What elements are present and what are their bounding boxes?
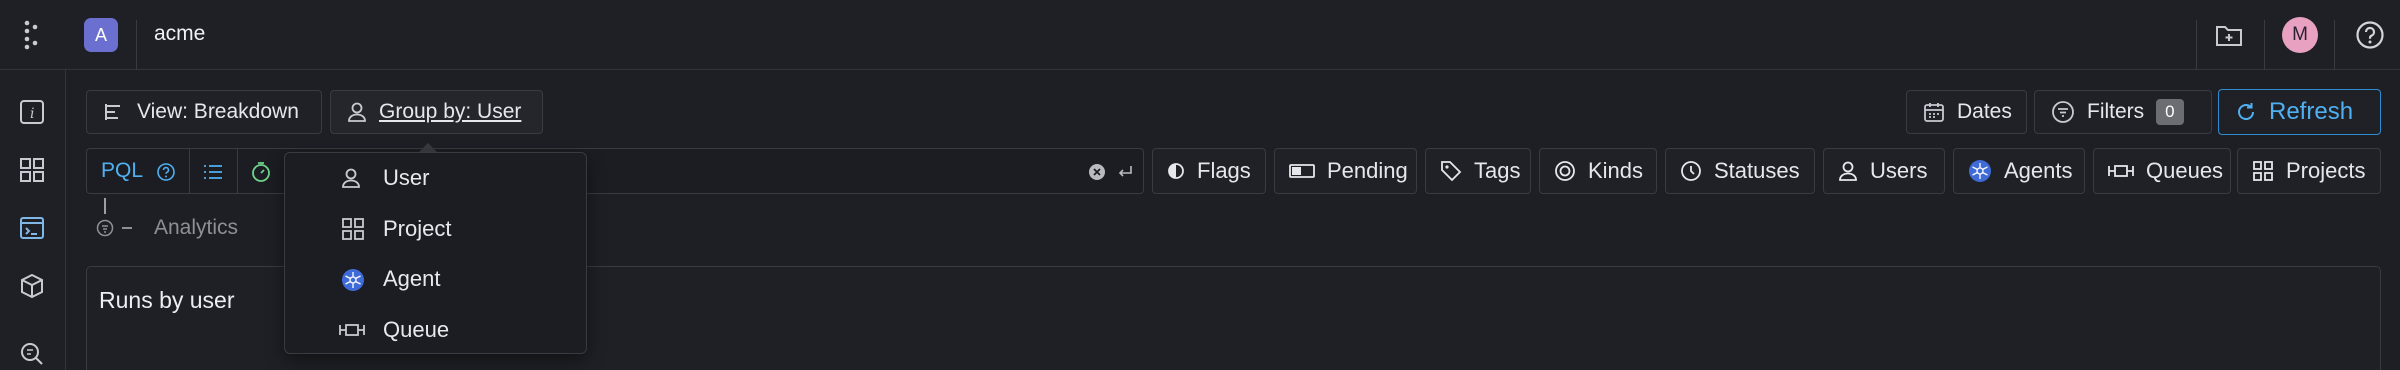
refresh-label: Refresh [2269, 98, 2354, 125]
grid-icon [2252, 160, 2274, 182]
refresh-icon [2235, 101, 2257, 123]
analytics-label: Analytics [154, 216, 239, 239]
kinds-label: Kinds [1588, 158, 1644, 183]
option-label: Project [383, 216, 452, 241]
search-docs-icon[interactable] [16, 338, 48, 370]
kinds-icon [1554, 160, 1576, 182]
top-bar: A acme M [0, 0, 2400, 70]
org-name[interactable]: acme [154, 22, 205, 46]
dashboard-icon[interactable] [16, 154, 48, 186]
group-by-user-button[interactable]: Group by: User [330, 90, 543, 134]
analytics-section[interactable]: Analytics [96, 216, 238, 240]
divider [2196, 20, 2197, 70]
help-icon[interactable] [2352, 17, 2388, 53]
enter-icon[interactable] [1115, 162, 1135, 182]
tags-filter-chip[interactable]: Tags [1425, 148, 1531, 194]
view-breakdown-button[interactable]: View: Breakdown [86, 90, 322, 134]
collapse-dash [122, 227, 132, 229]
projects-label: Projects [2286, 158, 2366, 183]
option-label: User [383, 165, 430, 190]
org-avatar[interactable]: A [84, 18, 118, 52]
panel-title: Runs by user [99, 287, 235, 313]
text-cursor [103, 198, 107, 214]
statuses-filter-chip[interactable]: Statuses [1665, 148, 1815, 194]
dates-button[interactable]: Dates [1906, 90, 2027, 134]
tags-label: Tags [1474, 158, 1521, 183]
pending-filter-chip[interactable]: Pending [1274, 148, 1417, 194]
pending-label: Pending [1327, 158, 1408, 183]
option-label: Agent [383, 266, 441, 291]
divider [136, 20, 137, 70]
queue-icon [2108, 162, 2134, 180]
list-icon[interactable] [201, 161, 225, 183]
flags-icon [1167, 162, 1185, 180]
agent-icon [341, 268, 365, 292]
calendar-icon [1923, 101, 1945, 123]
refresh-button[interactable]: Refresh [2218, 89, 2381, 135]
divider [237, 149, 238, 193]
filters-count-badge: 0 [2156, 99, 2184, 125]
agent-icon [1968, 159, 1992, 183]
group-by-option-user[interactable]: User [285, 153, 586, 203]
group-by-dropdown: User Project Agent Queue [284, 152, 587, 354]
user-icon [347, 101, 367, 123]
app-menu-icon[interactable] [16, 18, 46, 52]
group-by-option-agent[interactable]: Agent [285, 253, 586, 303]
queues-label: Queues [2146, 158, 2224, 183]
option-label: Queue [383, 317, 450, 342]
flags-filter-chip[interactable]: Flags [1152, 148, 1266, 194]
filters-label: Filters [2087, 100, 2145, 123]
breakdown-icon [103, 101, 125, 123]
divider [189, 149, 190, 193]
view-breakdown-label: View: Breakdown [137, 100, 299, 123]
group-by-option-project[interactable]: Project [285, 203, 586, 253]
group-by-label: Group by: User [379, 100, 522, 123]
folder-add-icon[interactable] [2212, 20, 2246, 50]
analytics-icon [96, 219, 114, 237]
filters-button[interactable]: Filters 0 [2034, 90, 2212, 134]
user-icon [1838, 160, 1858, 182]
clock-icon [1680, 160, 1702, 182]
user-avatar[interactable]: M [2282, 17, 2318, 53]
dates-label: Dates [1957, 100, 2012, 123]
divider [2264, 20, 2265, 70]
info-icon[interactable]: i [16, 96, 48, 128]
agents-filter-chip[interactable]: Agents [1953, 148, 2085, 194]
timer-icon[interactable] [249, 160, 273, 184]
users-label: Users [1870, 158, 1928, 183]
package-icon[interactable] [16, 270, 48, 302]
svg-text:i: i [30, 106, 34, 122]
queues-filter-chip[interactable]: Queues [2093, 148, 2231, 194]
flags-label: Flags [1197, 158, 1251, 183]
kinds-filter-chip[interactable]: Kinds [1539, 148, 1657, 194]
group-by-option-queue[interactable]: Queue [285, 303, 586, 353]
pql-search-bar[interactable]: PQL [86, 148, 1144, 194]
queue-icon [339, 321, 365, 339]
projects-filter-chip[interactable]: Projects [2237, 148, 2381, 194]
statuses-label: Statuses [1714, 158, 1800, 183]
pql-label[interactable]: PQL [101, 159, 143, 183]
left-nav-rail: i [0, 70, 66, 370]
grid-icon [341, 217, 365, 241]
terminal-icon[interactable] [16, 212, 48, 244]
tag-icon [1440, 160, 1462, 182]
users-filter-chip[interactable]: Users [1823, 148, 1945, 194]
toggle-icon [1289, 163, 1315, 179]
filter-icon [2051, 100, 2075, 124]
clear-search-icon[interactable] [1087, 162, 1107, 182]
divider [2334, 20, 2335, 70]
user-icon [341, 167, 361, 189]
agents-label: Agents [2004, 158, 2073, 183]
help-circle-icon[interactable] [155, 161, 177, 183]
